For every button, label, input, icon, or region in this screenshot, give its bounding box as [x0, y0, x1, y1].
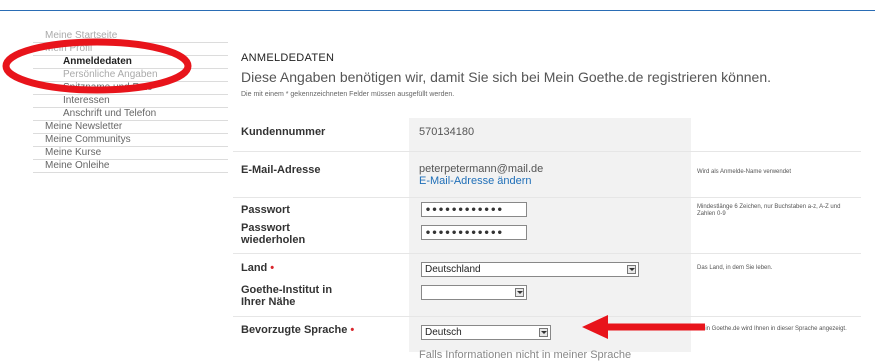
sidebar-item-meine-onleihe[interactable]: Meine Onleihe [33, 160, 228, 173]
language-label: Bevorzugte Sprache • [241, 324, 354, 336]
language-select-value: Deutsch [425, 327, 462, 338]
row-divider [233, 253, 861, 254]
top-border [0, 10, 875, 11]
language-fallback-text: Falls Informationen nicht in meiner Spra… [419, 349, 632, 361]
row-divider [233, 151, 861, 152]
sidebar-item-anschrift-und-telefon[interactable]: Anschrift und Telefon [33, 108, 228, 121]
password-field[interactable]: •••••••••••• [421, 202, 527, 217]
customer-number-value: 570134180 [419, 126, 475, 138]
password-repeat-field[interactable]: •••••••••••• [421, 225, 527, 240]
country-select-value: Deutschland [425, 264, 481, 275]
main-content: ANMELDEDATEN Diese Angaben benötigen wir… [241, 50, 861, 100]
red-arrow-annotation [582, 315, 705, 339]
email-help: Wird als Anmelde-Name verwendet [697, 169, 792, 175]
password-label: Passwort [241, 204, 290, 216]
sidebar-item-meine-kurse[interactable]: Meine Kurse [33, 147, 228, 160]
row-divider [233, 316, 861, 317]
required-note: Die mit einem * gekennzeichneten Felder … [241, 91, 455, 98]
intro-text: Diese Angaben benötigen wir, damit Sie s… [241, 69, 771, 85]
required-marker: • [270, 262, 275, 274]
country-help: Das Land, in dem Sie leben. [697, 265, 773, 271]
sidebar-item-meine-newsletter[interactable]: Meine Newsletter [33, 121, 228, 134]
country-label: Land • [241, 262, 274, 274]
goethe-institut-label: Goethe-Institut in Ihrer Nähe [241, 284, 333, 308]
chevron-down-icon[interactable] [539, 328, 548, 337]
section-title: ANMELDEDATEN [241, 52, 335, 64]
email-change-link[interactable]: E-Mail-Adresse ändern [419, 175, 532, 187]
language-help: Mein Goethe.de wird Ihnen in dieser Spra… [697, 326, 847, 332]
row-divider [233, 197, 861, 198]
chevron-down-icon[interactable] [515, 288, 524, 297]
password-repeat-label: Passwort wiederholen [241, 222, 306, 246]
password-help: Mindestlänge 6 Zeichen, nur Buchstaben a… [697, 204, 841, 217]
red-circle-annotation [2, 38, 192, 94]
email-value: peterpetermann@mail.de [419, 163, 544, 175]
sidebar-item-meine-communitys[interactable]: Meine Communitys [33, 134, 228, 147]
language-label-text: Bevorzugte Sprache [241, 324, 348, 336]
language-select[interactable]: Deutsch [421, 325, 551, 340]
email-label: E-Mail-Adresse [241, 164, 321, 176]
registration-form: Kundennummer 570134180 E-Mail-Adresse pe… [233, 118, 861, 361]
goethe-institut-select[interactable] [421, 285, 527, 300]
chevron-down-icon[interactable] [627, 265, 636, 274]
customer-number-label: Kundennummer [241, 126, 326, 138]
country-select[interactable]: Deutschland [421, 262, 639, 277]
country-label-text: Land [241, 262, 268, 274]
required-marker: • [350, 324, 355, 336]
